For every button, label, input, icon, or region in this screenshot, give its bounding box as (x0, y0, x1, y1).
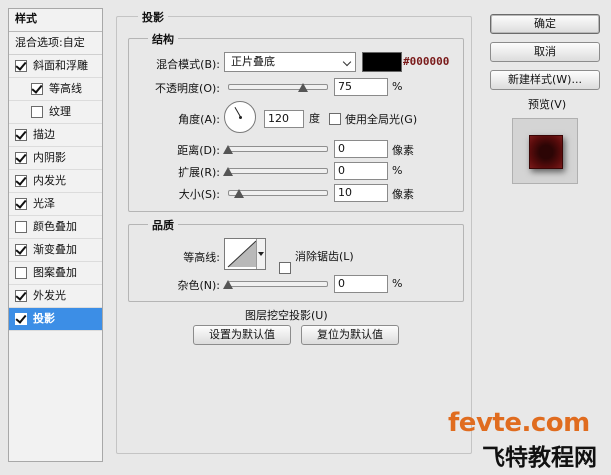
blend-options-item[interactable]: 混合选项:自定 (9, 32, 102, 55)
contour-dropdown-arrow[interactable] (256, 239, 265, 269)
style-item-checkbox[interactable] (15, 244, 27, 256)
style-item-checkbox[interactable] (15, 221, 27, 233)
angle-unit: 度 (309, 112, 320, 125)
style-item-label: 投影 (33, 312, 55, 325)
angle-dial-center (239, 116, 242, 119)
distance-input[interactable]: 0 (334, 140, 388, 158)
style-items: 斜面和浮雕等高线纹理描边内阴影内发光光泽颜色叠加渐变叠加图案叠加外发光投影 (9, 55, 102, 331)
knockout-label: 图层挖空投影(U) (245, 309, 328, 322)
style-item-checkbox[interactable] (15, 198, 27, 210)
angle-dial[interactable] (224, 101, 256, 133)
style-item-label: 描边 (33, 128, 55, 141)
style-item-label: 光泽 (33, 197, 55, 210)
size-input[interactable]: 10 (334, 184, 388, 202)
opacity-label: 不透明度(O): (155, 82, 220, 95)
style-item[interactable]: 图案叠加 (9, 262, 102, 285)
style-item[interactable]: 颜色叠加 (9, 216, 102, 239)
style-item[interactable]: 光泽 (9, 193, 102, 216)
noise-slider-track[interactable] (228, 281, 328, 287)
blend-mode-select[interactable]: 正片叠底 (224, 52, 356, 72)
structure-title: 结构 (148, 31, 178, 47)
angle-input[interactable]: 120 (264, 110, 304, 128)
style-item[interactable]: 外发光 (9, 285, 102, 308)
style-item[interactable]: 描边 (9, 124, 102, 147)
global-light-checkbox[interactable] (329, 113, 341, 125)
style-item[interactable]: 斜面和浮雕 (9, 55, 102, 78)
antialias-label: 消除锯齿(L) (295, 250, 354, 263)
style-item[interactable]: 内发光 (9, 170, 102, 193)
style-item-label: 等高线 (49, 82, 82, 95)
shadow-color-swatch[interactable] (362, 52, 402, 72)
ok-button[interactable]: 确定 (490, 14, 600, 34)
distance-label: 距离(D): (177, 144, 220, 157)
chevron-down-icon (258, 252, 264, 256)
global-light-label: 使用全局光(G) (345, 113, 418, 126)
style-item[interactable]: 等高线 (9, 78, 102, 101)
contour-picker[interactable] (224, 238, 266, 270)
blend-mode-value: 正片叠底 (231, 55, 275, 68)
style-item-checkbox[interactable] (31, 106, 43, 118)
opacity-slider-track[interactable] (228, 84, 328, 90)
style-item-checkbox[interactable] (15, 60, 27, 72)
noise-slider-thumb[interactable] (223, 280, 233, 289)
spread-slider-track[interactable] (228, 168, 328, 174)
style-item-label: 内阴影 (33, 151, 66, 164)
reset-default-button[interactable]: 复位为默认值 (301, 325, 399, 345)
style-list-header[interactable]: 样式 (9, 9, 102, 32)
angle-label: 角度(A): (178, 113, 220, 126)
style-item-checkbox[interactable] (15, 129, 27, 141)
size-slider-thumb[interactable] (234, 189, 244, 198)
noise-input[interactable]: 0 (334, 275, 388, 293)
size-unit: 像素 (392, 188, 414, 201)
shadow-color-hex: #000000 (403, 55, 450, 68)
style-item[interactable]: 内阴影 (9, 147, 102, 170)
antialias-checkbox[interactable] (279, 262, 291, 274)
noise-unit: % (392, 277, 403, 290)
spread-slider-thumb[interactable] (223, 167, 233, 176)
spread-input[interactable]: 0 (334, 162, 388, 180)
style-item-checkbox[interactable] (15, 152, 27, 164)
make-default-button[interactable]: 设置为默认值 (193, 325, 291, 345)
opacity-unit: % (392, 80, 403, 93)
chevron-down-icon (342, 57, 352, 67)
style-item-label: 渐变叠加 (33, 243, 77, 256)
preview-swatch (529, 135, 563, 169)
preview-label: 预览(V) (528, 98, 567, 111)
spread-unit: % (392, 164, 403, 177)
distance-unit: 像素 (392, 144, 414, 157)
style-item-checkbox[interactable] (15, 267, 27, 279)
style-item-label: 纹理 (49, 105, 71, 118)
distance-slider-thumb[interactable] (223, 145, 233, 154)
style-item[interactable]: 纹理 (9, 101, 102, 124)
style-list-panel: 样式 混合选项:自定 斜面和浮雕等高线纹理描边内阴影内发光光泽颜色叠加渐变叠加图… (8, 8, 103, 462)
style-item-label: 内发光 (33, 174, 66, 187)
spread-label: 扩展(R): (178, 166, 220, 179)
style-item-label: 颜色叠加 (33, 220, 77, 233)
panel-title: 投影 (138, 9, 168, 25)
noise-label: 杂色(N): (177, 279, 220, 292)
opacity-input[interactable]: 75 (334, 78, 388, 96)
opacity-slider-thumb[interactable] (298, 83, 308, 92)
style-item-checkbox[interactable] (15, 175, 27, 187)
preview-thumbnail (512, 118, 578, 184)
watermark-domain: fevte.com (448, 408, 590, 438)
contour-label: 等高线: (183, 251, 220, 264)
style-item-label: 外发光 (33, 289, 66, 302)
watermark-site-name: 飞特教程网 (482, 445, 597, 471)
style-item[interactable]: 渐变叠加 (9, 239, 102, 262)
style-item[interactable]: 投影 (9, 308, 102, 331)
new-style-button[interactable]: 新建样式(W)... (490, 70, 600, 90)
contour-curve-icon (227, 240, 257, 268)
cancel-button[interactable]: 取消 (490, 42, 600, 62)
style-item-checkbox[interactable] (15, 290, 27, 302)
size-label: 大小(S): (178, 188, 220, 201)
style-item-label: 图案叠加 (33, 266, 77, 279)
blend-mode-label: 混合模式(B): (156, 58, 220, 71)
quality-title: 品质 (148, 217, 178, 233)
style-item-checkbox[interactable] (15, 313, 27, 325)
style-item-label: 斜面和浮雕 (33, 59, 88, 72)
distance-slider-track[interactable] (228, 146, 328, 152)
style-item-checkbox[interactable] (31, 83, 43, 95)
